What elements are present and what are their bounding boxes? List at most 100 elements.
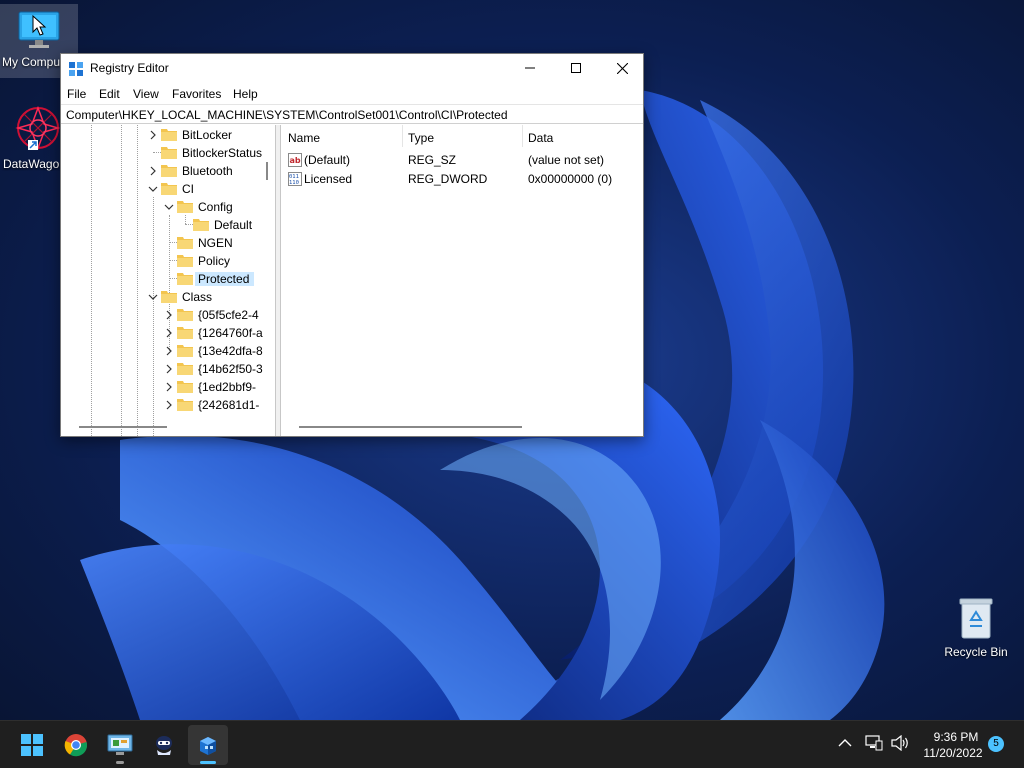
chevron-right-icon[interactable] (163, 325, 175, 341)
title-bar[interactable]: Registry Editor (61, 54, 643, 82)
chevron-down-icon[interactable] (163, 199, 175, 215)
maximize-button[interactable] (553, 54, 599, 82)
tree-node-class-guid[interactable]: {13e42dfa-8 (61, 342, 275, 360)
tree-node-label: Bluetooth (182, 164, 233, 178)
tree-node-protected[interactable]: Protected (61, 270, 275, 288)
tree-node-default[interactable]: Default (61, 216, 275, 234)
tree-node-class-guid[interactable]: {1264760f-a (61, 324, 275, 342)
close-icon (616, 62, 628, 74)
folder-icon (177, 399, 193, 411)
tree-node-class-guid[interactable]: {05f5cfe2-4 (61, 306, 275, 324)
column-header-name[interactable]: Name (288, 131, 320, 145)
pane-splitter[interactable] (276, 125, 281, 436)
folder-icon (161, 147, 177, 159)
string-value-icon: ab (288, 153, 302, 167)
tree-node-class-guid[interactable]: {1ed2bbf9- (61, 378, 275, 396)
menu-help[interactable]: Help (233, 87, 258, 101)
chevron-right-icon[interactable] (163, 379, 175, 395)
value-data: 0x00000000 (0) (528, 172, 613, 186)
clock-time[interactable]: 9:36 PM (924, 730, 988, 744)
control-panel-icon (107, 734, 133, 755)
value-name: Licensed (304, 172, 353, 186)
tree-node-class-guid[interactable]: {14b62f50-3 (61, 360, 275, 378)
taskbar: 9:36 PM 11/20/2022 (0, 720, 1024, 768)
tree-node-bluetooth[interactable]: Bluetooth (61, 162, 275, 180)
network-icon[interactable] (865, 735, 883, 751)
svg-text:ab: ab (290, 156, 301, 165)
menu-edit[interactable]: Edit (99, 87, 120, 101)
volume-icon[interactable] (890, 735, 910, 751)
tree-node-bitlockerstatus[interactable]: BitlockerStatus (61, 144, 275, 162)
chevron-down-icon[interactable] (147, 181, 159, 197)
menu-file[interactable]: File (67, 87, 86, 101)
column-divider[interactable] (402, 125, 403, 147)
folder-icon (193, 219, 209, 231)
value-row[interactable]: 011 110 Licensed REG_DWORD 0x00000000 (0… (282, 170, 642, 189)
values-horizontal-scrollbar[interactable] (299, 426, 522, 428)
tree-node-config[interactable]: Config (61, 198, 275, 216)
menu-view[interactable]: View (133, 87, 159, 101)
datawagon-icon (15, 105, 61, 151)
tree-node-policy[interactable]: Policy (61, 252, 275, 270)
monitor-icon (18, 11, 60, 48)
tree-node-class[interactable]: Class (61, 288, 275, 306)
values-list[interactable]: Name Type Data ab (Default) REG_SZ (valu… (282, 125, 643, 436)
value-row[interactable]: ab (Default) REG_SZ (value not set) (282, 151, 642, 170)
address-bar[interactable]: Computer\HKEY_LOCAL_MACHINE\SYSTEM\Contr… (61, 104, 643, 124)
tree-node-label: {13e42dfa-8 (198, 344, 263, 358)
window-title: Registry Editor (90, 61, 169, 75)
folder-icon (161, 165, 177, 177)
running-indicator (116, 761, 124, 764)
folder-icon (177, 309, 193, 321)
column-header-data[interactable]: Data (528, 131, 553, 145)
chevron-right-icon[interactable] (163, 361, 175, 377)
tree-node-label: BitLocker (182, 128, 233, 142)
agent-app-icon (156, 736, 172, 755)
taskbar-control-panel-button[interactable] (100, 725, 140, 765)
menu-bar: File Edit View Favorites Help (61, 82, 643, 104)
taskbar-agent-app-button[interactable] (144, 725, 184, 765)
minimize-button[interactable] (507, 54, 553, 82)
chevron-right-icon[interactable] (147, 127, 159, 143)
chevron-up-icon[interactable] (838, 738, 852, 748)
start-button[interactable] (12, 725, 52, 765)
tree-node-bitlocker[interactable]: BitLocker (61, 126, 275, 144)
taskbar-registry-editor-button[interactable] (188, 725, 228, 765)
value-type: REG_DWORD (408, 172, 488, 186)
column-header-type[interactable]: Type (408, 131, 434, 145)
folder-icon (177, 327, 193, 339)
key-tree[interactable]: BitLocker BitlockerStatus Bluetooth CI C… (61, 125, 276, 436)
chevron-right-icon[interactable] (163, 397, 175, 413)
menu-favorites[interactable]: Favorites (172, 87, 221, 101)
column-divider[interactable] (522, 125, 523, 147)
minimize-icon (525, 67, 535, 69)
tree-node-label: Policy (198, 254, 231, 268)
recycle-bin-icon (959, 598, 993, 639)
desktop-icon-label: Recycle Bin (944, 645, 1008, 659)
tree-vertical-scrollbar[interactable] (266, 162, 268, 180)
folder-icon (177, 345, 193, 357)
folder-icon (177, 237, 193, 249)
tree-node-ngen[interactable]: NGEN (61, 234, 275, 252)
tree-node-label: {1264760f-a (198, 326, 263, 340)
chevron-right-icon[interactable] (163, 307, 175, 323)
tree-node-label: {05f5cfe2-4 (198, 308, 259, 322)
chevron-right-icon[interactable] (163, 343, 175, 359)
folder-open-icon (161, 183, 177, 195)
active-indicator (200, 761, 216, 764)
clock-date[interactable]: 11/20/2022 (918, 746, 988, 760)
close-button[interactable] (599, 54, 645, 82)
tree-horizontal-scrollbar[interactable] (79, 426, 167, 428)
chevron-down-icon[interactable] (147, 289, 159, 305)
desktop-icon-recycle-bin[interactable]: Recycle Bin (938, 596, 1014, 659)
registry-editor-window[interactable]: Registry Editor File Edit View Favorites… (60, 53, 644, 437)
notification-badge[interactable]: 5 (988, 736, 1004, 752)
tree-node-ci[interactable]: CI (61, 180, 275, 198)
tree-node-label: {1ed2bbf9- (198, 380, 257, 394)
taskbar-chrome-button[interactable] (56, 725, 96, 765)
chevron-right-icon[interactable] (147, 163, 159, 179)
tree-node-label: {14b62f50-3 (198, 362, 263, 376)
maximize-icon (571, 63, 581, 73)
folder-icon (161, 129, 177, 141)
tree-node-class-guid[interactable]: {242681d1- (61, 396, 275, 414)
